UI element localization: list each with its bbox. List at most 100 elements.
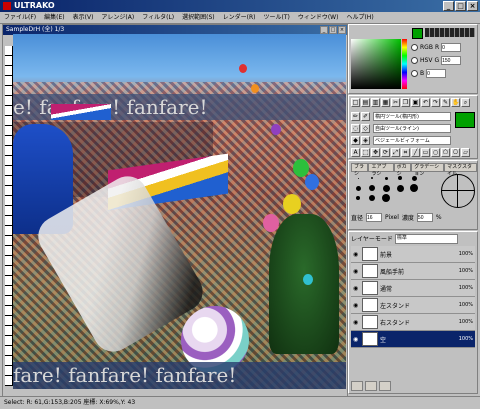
eraser-tool-icon[interactable]: ▱: [461, 148, 470, 157]
eye-icon[interactable]: ◉: [353, 302, 360, 309]
layer-row-selected[interactable]: ◉ 空 100%: [351, 331, 475, 348]
gradient-tool-icon[interactable]: ◈: [361, 136, 370, 145]
brush-preset[interactable]: [394, 184, 406, 192]
brush-preset[interactable]: [380, 174, 392, 182]
foreground-color-swatch[interactable]: [412, 28, 423, 39]
open-icon[interactable]: ▤: [361, 98, 370, 107]
status-bar: Select: R: 61,G:153,B:205 座標: X:69%,Y: 4…: [0, 396, 480, 408]
swatch-palette[interactable]: [425, 28, 475, 37]
crop-tool-icon[interactable]: ⌗: [401, 148, 410, 157]
ellipse-tool-icon[interactable]: ○: [431, 148, 440, 157]
tab-blur[interactable]: ボカシ: [393, 163, 412, 177]
fill-tool-icon[interactable]: ◆: [351, 136, 360, 145]
menu-window[interactable]: ウィンドウ(W): [294, 12, 343, 23]
brush-preset[interactable]: [408, 184, 420, 192]
menu-tools[interactable]: ツール(T): [259, 12, 293, 23]
layer-row[interactable]: ◉ 風船手前 100%: [351, 263, 475, 280]
polygon-tool-icon[interactable]: ⬠: [441, 148, 450, 157]
rgb-radio[interactable]: [411, 44, 418, 51]
redo-icon[interactable]: ↷: [431, 98, 440, 107]
current-color-swatch[interactable]: [455, 112, 475, 128]
brush-preset[interactable]: [380, 194, 392, 202]
line-tool-icon[interactable]: ╱: [411, 148, 420, 157]
hue-slider[interactable]: [402, 39, 407, 89]
undo-icon[interactable]: ↶: [421, 98, 430, 107]
lasso-tool-icon[interactable]: ◌: [351, 124, 360, 133]
brush-tool-icon[interactable]: ✏: [351, 112, 360, 121]
r-value-input[interactable]: [441, 43, 462, 52]
brush-preset[interactable]: [394, 174, 406, 182]
app-title-bar: ULTRAKO _ □ ×: [0, 0, 480, 12]
image-canvas[interactable]: e! fanfare! fanfare! fare! fanfare! fanf…: [13, 34, 346, 389]
brush-preset[interactable]: [366, 184, 378, 192]
g-value-input[interactable]: [441, 56, 462, 65]
close-button[interactable]: ×: [467, 1, 478, 11]
size-input[interactable]: [366, 213, 383, 222]
new-icon[interactable]: □: [351, 98, 360, 107]
delete-layer-icon[interactable]: [379, 381, 391, 391]
tool-combo-2[interactable]: 自由ツール(ライン): [373, 124, 451, 133]
hsv-radio[interactable]: [411, 57, 418, 64]
text-tool-icon[interactable]: A: [351, 148, 360, 157]
brush-preset[interactable]: [352, 174, 364, 182]
pencil-tool-icon[interactable]: ✐: [361, 112, 370, 121]
brush-preset[interactable]: [380, 184, 392, 192]
brush-preset[interactable]: [352, 194, 364, 202]
layer-mode-select[interactable]: 標準: [394, 233, 458, 244]
tab-mask-style[interactable]: マスクスタイル: [444, 163, 477, 177]
menu-render[interactable]: レンダー(R): [219, 12, 260, 23]
eye-icon[interactable]: ◉: [353, 251, 360, 258]
tab-brush[interactable]: ブラシ: [351, 163, 369, 177]
move-tool-icon[interactable]: ✥: [371, 148, 380, 157]
color-picker-field[interactable]: [351, 39, 401, 89]
layer-row[interactable]: ◉ 通常 100%: [351, 280, 475, 297]
b-radio[interactable]: [411, 70, 418, 77]
hand-icon[interactable]: ✋: [451, 98, 460, 107]
maximize-button[interactable]: □: [455, 1, 466, 11]
eye-icon[interactable]: ◉: [353, 268, 360, 275]
menu-view[interactable]: 表示(V): [69, 12, 98, 23]
save-icon[interactable]: ▥: [371, 98, 380, 107]
minimize-button[interactable]: _: [443, 1, 454, 11]
layer-row[interactable]: ◉ 左スタンド 100%: [351, 297, 475, 314]
zoom-icon[interactable]: ⌕: [461, 98, 470, 107]
layer-row[interactable]: ◉ 右スタンド 100%: [351, 314, 475, 331]
tool-combo-1[interactable]: 楕円ツール(楕円形): [373, 112, 451, 121]
print-icon[interactable]: ▦: [381, 98, 390, 107]
duplicate-layer-icon[interactable]: [365, 381, 377, 391]
rect-tool-icon[interactable]: ▭: [421, 148, 430, 157]
eye-icon[interactable]: ◉: [353, 336, 360, 343]
brush-preset[interactable]: [408, 174, 420, 182]
rotate-tool-icon[interactable]: ⟳: [381, 148, 390, 157]
tab-gradation[interactable]: グラデーション: [411, 163, 445, 177]
menu-help[interactable]: ヘルプ(H): [342, 12, 377, 23]
tool-combo-3[interactable]: ベジェールビィフォーム: [373, 136, 451, 145]
b-value-input[interactable]: [426, 69, 447, 78]
new-layer-icon[interactable]: [351, 381, 363, 391]
copy-icon[interactable]: ❐: [401, 98, 410, 107]
transform-tool-icon[interactable]: ⤢: [391, 148, 400, 157]
eye-icon[interactable]: ◉: [353, 319, 360, 326]
brush-angle-navigator[interactable]: [441, 174, 475, 208]
brush-preset[interactable]: [366, 194, 378, 202]
layer-row[interactable]: ◉ 前景 100%: [351, 246, 475, 263]
doc-maximize-button[interactable]: □: [329, 26, 337, 34]
menu-select[interactable]: 選択範囲(S): [178, 12, 219, 23]
stamp-tool-icon[interactable]: ⎔: [451, 148, 460, 157]
density-input[interactable]: [416, 213, 433, 222]
brush-preset[interactable]: [366, 174, 378, 182]
paste-icon[interactable]: ▣: [411, 98, 420, 107]
shape-tool-icon[interactable]: ◇: [361, 124, 370, 133]
menu-arrange[interactable]: アレンジ(A): [97, 12, 138, 23]
menu-filter[interactable]: フィルタ(L): [138, 12, 178, 23]
select-tool-icon[interactable]: ⬚: [361, 148, 370, 157]
menu-file[interactable]: ファイル(F): [0, 12, 40, 23]
eye-icon[interactable]: ◉: [353, 285, 360, 292]
doc-minimize-button[interactable]: _: [320, 26, 328, 34]
tab-airbrush[interactable]: エアブラシ: [368, 163, 394, 177]
menu-edit[interactable]: 編集(E): [40, 12, 68, 23]
eyedropper-icon[interactable]: ✎: [441, 98, 450, 107]
doc-close-button[interactable]: ×: [338, 26, 346, 34]
cut-icon[interactable]: ✂: [391, 98, 400, 107]
brush-preset[interactable]: [352, 184, 364, 192]
